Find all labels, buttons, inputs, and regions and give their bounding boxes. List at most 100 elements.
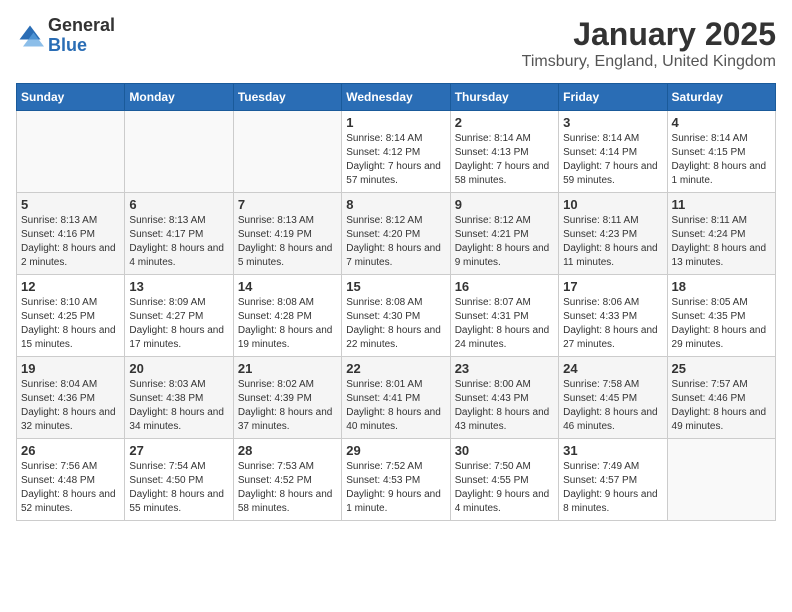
column-header-tuesday: Tuesday <box>233 84 341 111</box>
day-number: 15 <box>346 279 445 294</box>
day-number: 1 <box>346 115 445 130</box>
day-info: Sunrise: 8:14 AM Sunset: 4:15 PM Dayligh… <box>672 132 771 188</box>
day-number: 25 <box>672 361 771 376</box>
day-number: 24 <box>563 361 662 376</box>
column-header-wednesday: Wednesday <box>342 84 450 111</box>
calendar-cell: 2 Sunrise: 8:14 AM Sunset: 4:13 PM Daylig… <box>450 111 558 193</box>
day-number: 7 <box>238 197 337 212</box>
logo-text-blue: Blue <box>48 36 115 56</box>
day-info: Sunrise: 8:13 AM Sunset: 4:19 PM Dayligh… <box>238 214 337 270</box>
day-number: 28 <box>238 443 337 458</box>
day-info: Sunrise: 7:56 AM Sunset: 4:48 PM Dayligh… <box>21 460 120 516</box>
calendar-cell: 19Sunrise: 8:04 AM Sunset: 4:36 PM Dayli… <box>17 357 125 439</box>
column-header-friday: Friday <box>559 84 667 111</box>
calendar-cell: 4Sunrise: 8:14 AM Sunset: 4:15 PM Daylig… <box>667 111 775 193</box>
day-number: 29 <box>346 443 445 458</box>
month-title: January 2025 <box>522 16 776 53</box>
calendar-cell: 26 Sunrise: 7:56 AM Sunset: 4:48 PM Dayli… <box>17 439 125 521</box>
column-header-saturday: Saturday <box>667 84 775 111</box>
day-info: Sunrise: 8:02 AM Sunset: 4:39 PM Dayligh… <box>238 378 337 434</box>
day-number: 13 <box>129 279 228 294</box>
calendar-cell: 27Sunrise: 7:54 AM Sunset: 4:50 PM Dayli… <box>125 439 233 521</box>
calendar-cell: 3 Sunrise: 8:14 AM Sunset: 4:14 PM Daylig… <box>559 111 667 193</box>
day-info: Sunrise: 7:50 AM Sunset: 4:55 PM Dayligh… <box>455 460 554 516</box>
calendar-cell: 9Sunrise: 8:12 AM Sunset: 4:21 PM Daylig… <box>450 193 558 275</box>
calendar-cell: 11 Sunrise: 8:11 AM Sunset: 4:24 PM Dayli… <box>667 193 775 275</box>
day-info: Sunrise: 8:08 AM Sunset: 4:28 PM Dayligh… <box>238 296 337 352</box>
calendar-cell: 10Sunrise: 8:11 AM Sunset: 4:23 PM Dayli… <box>559 193 667 275</box>
column-header-monday: Monday <box>125 84 233 111</box>
day-info: Sunrise: 8:07 AM Sunset: 4:31 PM Dayligh… <box>455 296 554 352</box>
day-number: 2 <box>455 115 554 130</box>
day-info: Sunrise: 8:04 AM Sunset: 4:36 PM Dayligh… <box>21 378 120 434</box>
day-number: 11 <box>672 197 771 212</box>
day-number: 17 <box>563 279 662 294</box>
day-number: 3 <box>563 115 662 130</box>
column-header-thursday: Thursday <box>450 84 558 111</box>
day-number: 30 <box>455 443 554 458</box>
calendar-cell: 18Sunrise: 8:05 AM Sunset: 4:35 PM Dayli… <box>667 275 775 357</box>
day-info: Sunrise: 8:14 AM Sunset: 4:12 PM Dayligh… <box>346 132 445 188</box>
calendar-table: SundayMondayTuesdayWednesdayThursdayFrid… <box>16 83 776 521</box>
logo-icon <box>16 22 44 50</box>
calendar-cell: 25 Sunrise: 7:57 AM Sunset: 4:46 PM Dayli… <box>667 357 775 439</box>
calendar-cell <box>233 111 341 193</box>
day-number: 26 <box>21 443 120 458</box>
day-number: 18 <box>672 279 771 294</box>
calendar-cell: 29 Sunrise: 7:52 AM Sunset: 4:53 PM Dayli… <box>342 439 450 521</box>
day-number: 14 <box>238 279 337 294</box>
calendar-cell: 21 Sunrise: 8:02 AM Sunset: 4:39 PM Dayli… <box>233 357 341 439</box>
calendar-cell: 14 Sunrise: 8:08 AM Sunset: 4:28 PM Dayli… <box>233 275 341 357</box>
logo-text-general: General <box>48 16 115 36</box>
calendar-cell: 23 Sunrise: 8:00 AM Sunset: 4:43 PM Dayli… <box>450 357 558 439</box>
calendar-cell <box>125 111 233 193</box>
day-info: Sunrise: 7:52 AM Sunset: 4:53 PM Dayligh… <box>346 460 445 516</box>
calendar-cell: 20Sunrise: 8:03 AM Sunset: 4:38 PM Dayli… <box>125 357 233 439</box>
column-header-sunday: Sunday <box>17 84 125 111</box>
day-number: 23 <box>455 361 554 376</box>
calendar-cell <box>667 439 775 521</box>
day-number: 31 <box>563 443 662 458</box>
day-info: Sunrise: 8:13 AM Sunset: 4:17 PM Dayligh… <box>129 214 228 270</box>
day-info: Sunrise: 7:57 AM Sunset: 4:46 PM Dayligh… <box>672 378 771 434</box>
calendar-cell: 17 Sunrise: 8:06 AM Sunset: 4:33 PM Dayli… <box>559 275 667 357</box>
day-number: 6 <box>129 197 228 212</box>
day-info: Sunrise: 8:14 AM Sunset: 4:13 PM Dayligh… <box>455 132 554 188</box>
day-info: Sunrise: 8:01 AM Sunset: 4:41 PM Dayligh… <box>346 378 445 434</box>
calendar-cell <box>17 111 125 193</box>
day-info: Sunrise: 8:09 AM Sunset: 4:27 PM Dayligh… <box>129 296 228 352</box>
calendar-cell: 30 Sunrise: 7:50 AM Sunset: 4:55 PM Dayli… <box>450 439 558 521</box>
calendar-cell: 15 Sunrise: 8:08 AM Sunset: 4:30 PM Dayli… <box>342 275 450 357</box>
calendar-cell: 28 Sunrise: 7:53 AM Sunset: 4:52 PM Dayli… <box>233 439 341 521</box>
calendar-cell: 8Sunrise: 8:12 AM Sunset: 4:20 PM Daylig… <box>342 193 450 275</box>
day-info: Sunrise: 8:14 AM Sunset: 4:14 PM Dayligh… <box>563 132 662 188</box>
day-info: Sunrise: 7:53 AM Sunset: 4:52 PM Dayligh… <box>238 460 337 516</box>
day-info: Sunrise: 8:11 AM Sunset: 4:24 PM Dayligh… <box>672 214 771 270</box>
calendar-cell: 31Sunrise: 7:49 AM Sunset: 4:57 PM Dayli… <box>559 439 667 521</box>
day-info: Sunrise: 8:10 AM Sunset: 4:25 PM Dayligh… <box>21 296 120 352</box>
day-number: 12 <box>21 279 120 294</box>
calendar-cell: 1 Sunrise: 8:14 AM Sunset: 4:12 PM Daylig… <box>342 111 450 193</box>
location-title: Timsbury, England, United Kingdom <box>522 53 776 71</box>
day-number: 9 <box>455 197 554 212</box>
day-info: Sunrise: 8:00 AM Sunset: 4:43 PM Dayligh… <box>455 378 554 434</box>
day-info: Sunrise: 8:06 AM Sunset: 4:33 PM Dayligh… <box>563 296 662 352</box>
day-number: 20 <box>129 361 228 376</box>
calendar-cell: 13 Sunrise: 8:09 AM Sunset: 4:27 PM Dayli… <box>125 275 233 357</box>
logo: General Blue <box>16 16 115 56</box>
day-number: 22 <box>346 361 445 376</box>
day-number: 21 <box>238 361 337 376</box>
day-info: Sunrise: 8:08 AM Sunset: 4:30 PM Dayligh… <box>346 296 445 352</box>
calendar-cell: 24 Sunrise: 7:58 AM Sunset: 4:45 PM Dayli… <box>559 357 667 439</box>
day-number: 8 <box>346 197 445 212</box>
calendar-cell: 7 Sunrise: 8:13 AM Sunset: 4:19 PM Daylig… <box>233 193 341 275</box>
calendar-cell: 6 Sunrise: 8:13 AM Sunset: 4:17 PM Daylig… <box>125 193 233 275</box>
calendar-cell: 16Sunrise: 8:07 AM Sunset: 4:31 PM Dayli… <box>450 275 558 357</box>
calendar-cell: 22 Sunrise: 8:01 AM Sunset: 4:41 PM Dayli… <box>342 357 450 439</box>
day-number: 10 <box>563 197 662 212</box>
day-number: 5 <box>21 197 120 212</box>
calendar-cell: 12 Sunrise: 8:10 AM Sunset: 4:25 PM Dayli… <box>17 275 125 357</box>
calendar-cell: 5Sunrise: 8:13 AM Sunset: 4:16 PM Daylig… <box>17 193 125 275</box>
day-info: Sunrise: 7:58 AM Sunset: 4:45 PM Dayligh… <box>563 378 662 434</box>
day-number: 27 <box>129 443 228 458</box>
